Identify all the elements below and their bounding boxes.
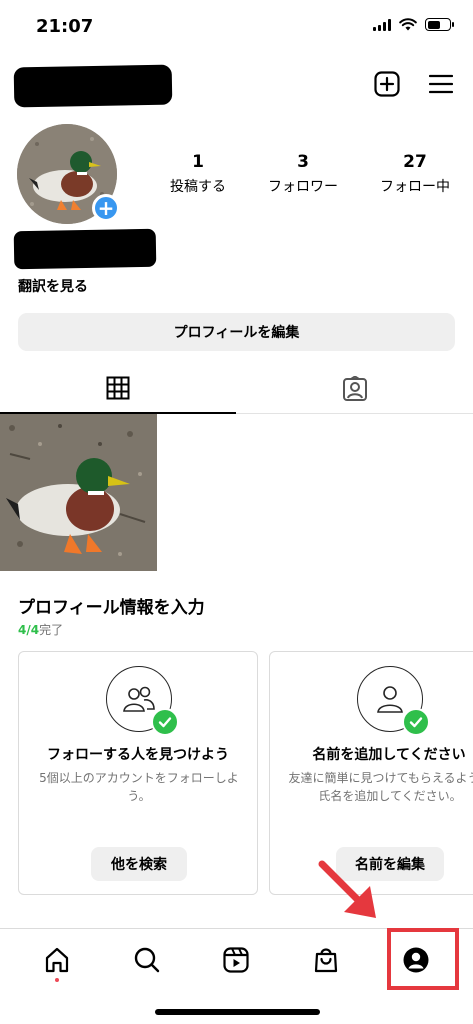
tab-posts-grid[interactable] — [0, 364, 236, 414]
profile-summary: + 1 投稿する 3 フォロワー 27 フォロー中 — [0, 124, 473, 224]
card-find-people-title: フォローする人を見つけよう — [47, 747, 229, 763]
status-time: 21:07 — [36, 16, 94, 37]
people-icon — [123, 686, 155, 712]
person-icon — [377, 686, 403, 713]
check-icon — [402, 708, 430, 736]
translate-link[interactable]: 翻訳を見る — [18, 276, 88, 296]
complete-profile-progress: 4/4完了 — [18, 621, 63, 638]
stat-following[interactable]: 27 フォロー中 — [380, 152, 450, 196]
stat-following-label: フォロー中 — [380, 179, 450, 195]
battery-icon — [425, 18, 454, 31]
edit-profile-button[interactable]: プロフィールを編集 — [18, 313, 455, 351]
header-actions — [373, 70, 455, 98]
redacted-username — [13, 64, 173, 108]
progress-suffix: 完了 — [39, 623, 64, 637]
grid-icon — [106, 376, 130, 400]
annotation-arrow-icon — [318, 860, 376, 918]
avatar[interactable]: + — [17, 124, 120, 224]
search-icon — [134, 947, 159, 972]
profile-tabs — [0, 364, 473, 414]
home-indicator — [155, 1009, 320, 1015]
stat-posts[interactable]: 1 投稿する — [170, 152, 226, 196]
card-add-name-desc: 友達に簡単に見つけてもらえるよう、氏名を追加してください。 — [288, 771, 473, 803]
notification-dot — [54, 977, 59, 982]
menu-button[interactable] — [427, 70, 455, 98]
tab-tagged[interactable] — [237, 364, 473, 414]
card-find-people-desc: 5個以上のアカウントをフォローしよう。 — [39, 771, 239, 803]
battery-level — [427, 20, 441, 29]
add-story-button[interactable]: + — [92, 194, 120, 222]
tagged-person-icon — [343, 376, 367, 401]
plus-square-icon — [374, 71, 400, 97]
signal-icon — [373, 18, 391, 31]
nav-reels[interactable] — [214, 938, 258, 982]
check-icon — [151, 708, 179, 736]
reels-icon — [223, 946, 250, 973]
card-icon-circle — [357, 666, 430, 736]
stat-followers-label: フォロワー — [268, 179, 338, 195]
profile-header — [0, 60, 473, 110]
new-post-button[interactable] — [373, 70, 401, 98]
annotation-highlight-box — [387, 928, 459, 990]
home-icon — [45, 947, 68, 972]
shop-bag-icon — [315, 947, 338, 972]
hamburger-menu-icon — [429, 74, 453, 94]
post-thumbnail[interactable] — [0, 414, 157, 571]
nav-home[interactable] — [35, 938, 79, 982]
profile-stats: 1 投稿する 3 フォロワー 27 フォロー中 — [170, 152, 450, 196]
progress-count: 4/4 — [18, 623, 40, 637]
redacted-bio — [13, 228, 157, 270]
wifi-icon — [399, 18, 417, 31]
status-icons — [373, 18, 454, 31]
card-icon-circle — [106, 666, 179, 736]
stat-followers[interactable]: 3 フォロワー — [268, 152, 338, 196]
find-more-button[interactable]: 他を検索 — [91, 847, 187, 881]
card-find-people: フォローする人を見つけよう 5個以上のアカウントをフォローしよう。 他を検索 — [18, 651, 258, 895]
complete-profile-title: プロフィール情報を入力 — [18, 598, 205, 618]
stat-posts-count: 1 — [192, 152, 204, 172]
card-add-name-title: 名前を追加してください — [312, 747, 466, 763]
stat-posts-label: 投稿する — [170, 179, 226, 195]
profile-suggestion-cards: フォローする人を見つけよう 5個以上のアカウントをフォローしよう。 他を検索 名… — [18, 651, 473, 897]
nav-search[interactable] — [125, 938, 169, 982]
stat-followers-count: 3 — [297, 152, 309, 172]
nav-shop[interactable] — [304, 938, 348, 982]
stat-following-count: 27 — [403, 152, 427, 172]
status-bar: 21:07 — [0, 0, 473, 56]
